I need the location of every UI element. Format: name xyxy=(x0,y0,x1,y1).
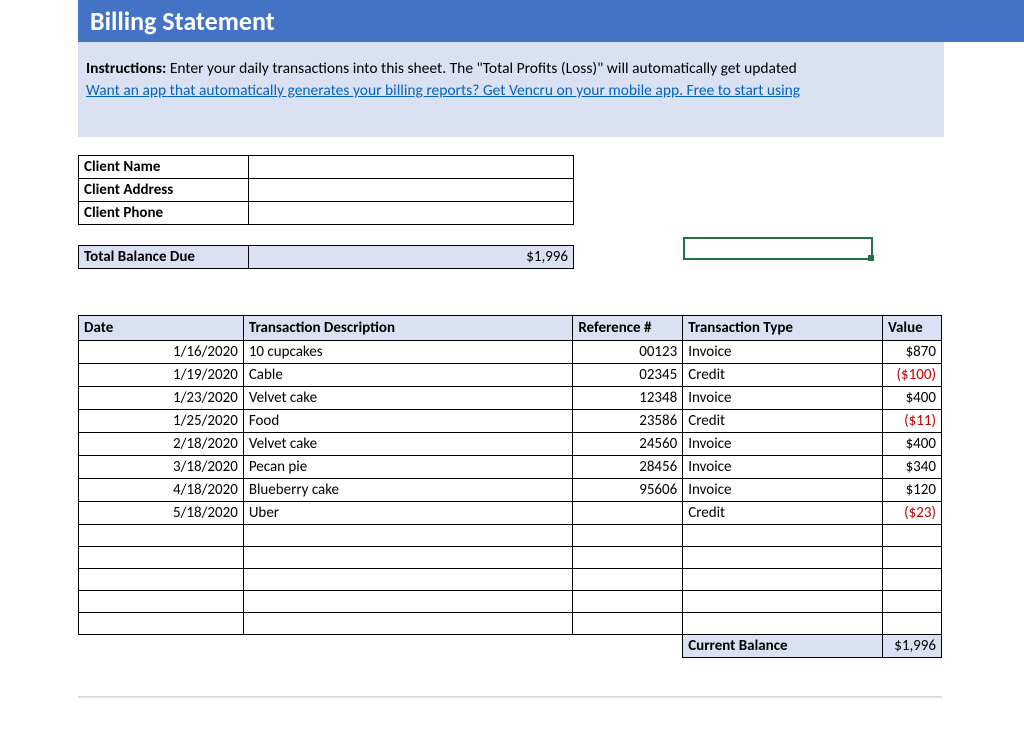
table-row[interactable]: 1/25/2020Food23586Credit($11) xyxy=(79,410,942,433)
cell-desc[interactable]: Uber xyxy=(243,502,573,525)
transactions-table: Date Transaction Description Reference #… xyxy=(78,315,942,658)
selected-cell[interactable] xyxy=(683,237,873,260)
col-type[interactable]: Transaction Type xyxy=(683,316,883,341)
client-address-label: Client Address xyxy=(79,179,249,202)
cell-ref[interactable]: 23586 xyxy=(573,410,683,433)
cell-value[interactable]: ($23) xyxy=(882,502,941,525)
table-row-empty[interactable] xyxy=(79,613,942,635)
page-title: Billing Statement xyxy=(78,0,1024,42)
table-row[interactable]: 1/19/2020Cable02345Credit($100) xyxy=(79,364,942,387)
client-phone-cell[interactable] xyxy=(249,202,574,225)
cell-ref[interactable]: 28456 xyxy=(573,456,683,479)
table-row-empty[interactable] xyxy=(79,525,942,547)
cell-desc[interactable]: Food xyxy=(243,410,573,433)
total-balance-value: $1,996 xyxy=(249,246,574,269)
table-row-empty[interactable] xyxy=(79,591,942,613)
table-row[interactable]: 1/23/2020Velvet cake12348Invoice$400 xyxy=(79,387,942,410)
cell-desc[interactable]: Velvet cake xyxy=(243,387,573,410)
cell-value[interactable]: $870 xyxy=(882,341,941,364)
cell-ref[interactable]: 12348 xyxy=(573,387,683,410)
cell-type[interactable]: Invoice xyxy=(683,433,883,456)
table-row-empty[interactable] xyxy=(79,547,942,569)
cell-ref[interactable]: 24560 xyxy=(573,433,683,456)
cell-desc[interactable]: Blueberry cake xyxy=(243,479,573,502)
footer-divider xyxy=(78,696,942,699)
col-desc[interactable]: Transaction Description xyxy=(243,316,573,341)
cell-date[interactable]: 1/23/2020 xyxy=(79,387,244,410)
cell-date[interactable]: 1/25/2020 xyxy=(79,410,244,433)
cell-type[interactable]: Credit xyxy=(683,364,883,387)
cell-value[interactable]: $400 xyxy=(882,387,941,410)
cell-desc[interactable]: Velvet cake xyxy=(243,433,573,456)
instructions-text: Enter your daily transactions into this … xyxy=(170,59,797,78)
table-row[interactable]: 1/16/202010 cupcakes00123Invoice$870 xyxy=(79,341,942,364)
cell-date[interactable]: 1/19/2020 xyxy=(79,364,244,387)
current-balance-row: Current Balance$1,996 xyxy=(79,635,942,658)
cell-value[interactable]: ($11) xyxy=(882,410,941,433)
client-address-cell[interactable] xyxy=(249,179,574,202)
cell-type[interactable]: Invoice xyxy=(683,456,883,479)
instructions-box: Instructions: Enter your daily transacti… xyxy=(78,42,944,137)
cell-value[interactable]: $340 xyxy=(882,456,941,479)
cell-ref[interactable]: 02345 xyxy=(573,364,683,387)
cell-ref[interactable] xyxy=(573,502,683,525)
client-info-table: Client Name Client Address Client Phone xyxy=(78,155,574,225)
cell-type[interactable]: Credit xyxy=(683,410,883,433)
cell-date[interactable]: 4/18/2020 xyxy=(79,479,244,502)
instructions-label: Instructions: xyxy=(86,59,170,78)
cell-desc[interactable]: Cable xyxy=(243,364,573,387)
cell-ref[interactable]: 95606 xyxy=(573,479,683,502)
cell-date[interactable]: 2/18/2020 xyxy=(79,433,244,456)
total-balance-label: Total Balance Due xyxy=(79,246,249,269)
table-row[interactable]: 5/18/2020Uber Credit($23) xyxy=(79,502,942,525)
cell-date[interactable]: 3/18/2020 xyxy=(79,456,244,479)
current-balance-value: $1,996 xyxy=(882,635,941,658)
client-name-cell[interactable] xyxy=(249,156,574,179)
cell-type[interactable]: Credit xyxy=(683,502,883,525)
cell-type[interactable]: Invoice xyxy=(683,387,883,410)
client-name-label: Client Name xyxy=(79,156,249,179)
col-ref[interactable]: Reference # xyxy=(573,316,683,341)
client-phone-label: Client Phone xyxy=(79,202,249,225)
promo-link[interactable]: Want an app that automatically generates… xyxy=(86,81,800,100)
current-balance-label: Current Balance xyxy=(683,635,883,658)
cell-type[interactable]: Invoice xyxy=(683,479,883,502)
cell-type[interactable]: Invoice xyxy=(683,341,883,364)
cell-desc[interactable]: Pecan pie xyxy=(243,456,573,479)
cell-ref[interactable]: 00123 xyxy=(573,341,683,364)
cell-date[interactable]: 5/18/2020 xyxy=(79,502,244,525)
table-row-empty[interactable] xyxy=(79,569,942,591)
col-val[interactable]: Value xyxy=(882,316,941,341)
total-balance-table: Total Balance Due $1,996 xyxy=(78,245,574,269)
table-row[interactable]: 4/18/2020Blueberry cake95606Invoice$120 xyxy=(79,479,942,502)
cell-value[interactable]: $120 xyxy=(882,479,941,502)
cell-value[interactable]: $400 xyxy=(882,433,941,456)
col-date[interactable]: Date xyxy=(79,316,244,341)
cell-value[interactable]: ($100) xyxy=(882,364,941,387)
table-row[interactable]: 2/18/2020Velvet cake24560Invoice$400 xyxy=(79,433,942,456)
table-row[interactable]: 3/18/2020Pecan pie28456Invoice$340 xyxy=(79,456,942,479)
cell-date[interactable]: 1/16/2020 xyxy=(79,341,244,364)
cell-desc[interactable]: 10 cupcakes xyxy=(243,341,573,364)
